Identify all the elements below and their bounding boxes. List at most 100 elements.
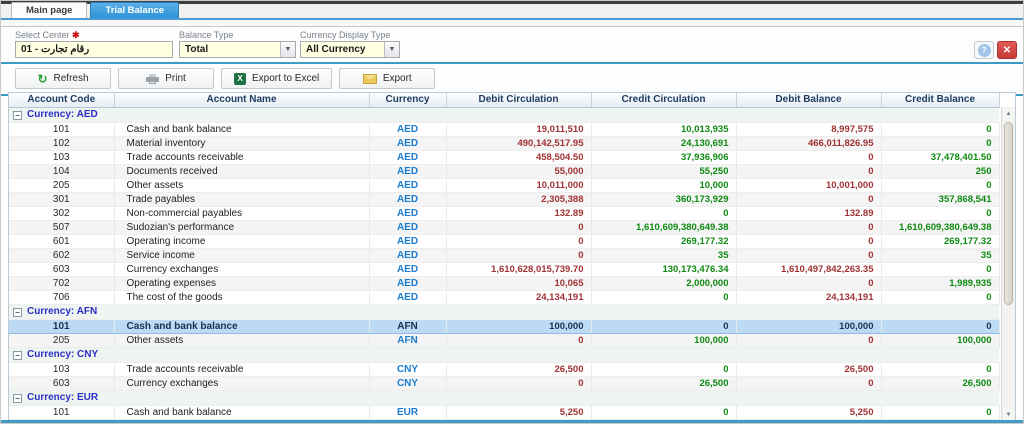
- currency-cell: AED: [369, 192, 446, 206]
- currency-group-row[interactable]: −Currency: AED: [9, 107, 999, 122]
- account-name-cell: Cash and bank balance: [114, 405, 369, 419]
- credit-balance-cell: 0: [881, 262, 999, 276]
- print-button[interactable]: Print: [118, 68, 214, 89]
- currency-cell: AED: [369, 178, 446, 192]
- account-row[interactable]: 101Cash and bank balanceAFN100,0000100,0…: [9, 319, 999, 333]
- account-row[interactable]: 706The cost of the goodsAED24,134,191024…: [9, 290, 999, 304]
- printer-icon: [146, 74, 159, 84]
- debit-circulation-cell: 10,065: [446, 276, 591, 290]
- currency-display-type-select[interactable]: All Currency ▼: [300, 41, 400, 58]
- accounts-table: Account Code Account Name Currency Debit…: [9, 93, 1000, 423]
- debit-circulation-cell: 24,134,191: [446, 290, 591, 304]
- currency-cell: AED: [369, 234, 446, 248]
- debit-balance-cell: 24,134,191: [736, 290, 881, 304]
- account-code-cell: 103: [9, 362, 114, 376]
- account-name-cell: Documents received: [114, 164, 369, 178]
- col-header-account-name[interactable]: Account Name: [114, 93, 369, 107]
- tab-trial-balance[interactable]: Trial Balance: [90, 2, 179, 18]
- balance-type-select[interactable]: Total ▼: [179, 41, 296, 58]
- currency-cell: AED: [369, 122, 446, 136]
- col-header-currency[interactable]: Currency: [369, 93, 446, 107]
- select-center-input[interactable]: [15, 41, 173, 58]
- account-name-cell: Currency exchanges: [114, 376, 369, 390]
- credit-circulation-cell: 26,500: [591, 376, 736, 390]
- account-row[interactable]: 302Non-commercial payablesAED132.890132.…: [9, 206, 999, 220]
- credit-balance-cell: 0: [881, 206, 999, 220]
- account-row[interactable]: 103Trade accounts receivableAED458,504.5…: [9, 150, 999, 164]
- help-button[interactable]: ?: [974, 41, 994, 59]
- select-center-label: Select Center ✱: [15, 30, 173, 41]
- chevron-down-icon[interactable]: ▼: [280, 42, 295, 57]
- account-row[interactable]: 102Material inventoryAED490,142,517.9524…: [9, 136, 999, 150]
- account-row[interactable]: 101Cash and bank balanceAED19,011,51010,…: [9, 122, 999, 136]
- col-header-credit-circulation[interactable]: Credit Circulation: [591, 93, 736, 107]
- currency-group-row[interactable]: −Currency: AFN: [9, 304, 999, 319]
- chevron-down-icon[interactable]: ▼: [384, 42, 399, 57]
- col-header-credit-balance[interactable]: Credit Balance: [881, 93, 999, 107]
- debit-balance-cell: 0: [736, 192, 881, 206]
- col-header-account-code[interactable]: Account Code: [9, 93, 114, 107]
- debit-circulation-cell: 100,000: [446, 319, 591, 333]
- account-row[interactable]: 301Trade payablesAED2,305,388360,173,929…: [9, 192, 999, 206]
- refresh-button[interactable]: ↻ Refresh: [15, 68, 111, 89]
- credit-balance-cell: 0: [881, 362, 999, 376]
- scrollbar-thumb[interactable]: [1004, 122, 1013, 305]
- currency-group-label: Currency: CNY: [27, 349, 98, 360]
- select-center-group: Select Center ✱: [15, 30, 173, 58]
- col-header-debit-circulation[interactable]: Debit Circulation: [446, 93, 591, 107]
- debit-balance-cell: 0: [736, 164, 881, 178]
- debit-balance-cell: 0: [736, 376, 881, 390]
- account-row[interactable]: 603Currency exchangesCNY026,500026,500: [9, 376, 999, 390]
- credit-balance-cell: 0: [881, 136, 999, 150]
- credit-balance-cell: 0: [881, 122, 999, 136]
- currency-display-type-label: Currency Display Type: [300, 30, 400, 41]
- credit-balance-cell: 269,177.32: [881, 234, 999, 248]
- currency-group-row[interactable]: −Currency: EUR: [9, 390, 999, 405]
- account-row[interactable]: 205Other assetsAFN0100,0000100,000: [9, 333, 999, 347]
- collapse-icon[interactable]: −: [13, 351, 22, 360]
- account-name-cell: Cash and bank balance: [114, 319, 369, 333]
- account-name-cell: Material inventory: [114, 136, 369, 150]
- account-row[interactable]: 602Service incomeAED035035: [9, 248, 999, 262]
- debit-circulation-cell: 1,610,628,015,739.70: [446, 262, 591, 276]
- tab-panel-divider: [1, 20, 1023, 27]
- account-row[interactable]: 603Currency exchangesAED1,610,628,015,73…: [9, 262, 999, 276]
- currency-group-label: Currency: AFN: [27, 306, 97, 317]
- credit-circulation-cell: 100,000: [591, 333, 736, 347]
- collapse-icon[interactable]: −: [13, 394, 22, 403]
- collapse-icon[interactable]: −: [13, 308, 22, 317]
- collapse-icon[interactable]: −: [13, 111, 22, 120]
- export-button[interactable]: Export: [339, 68, 435, 89]
- debit-circulation-cell: 55,000: [446, 164, 591, 178]
- close-button[interactable]: ✕: [997, 41, 1017, 59]
- col-header-debit-balance[interactable]: Debit Balance: [736, 93, 881, 107]
- account-code-cell: 205: [9, 178, 114, 192]
- tab-main-page[interactable]: Main page: [11, 2, 87, 18]
- credit-circulation-cell: 37,936,906: [591, 150, 736, 164]
- debit-balance-cell: 466,011,826.95: [736, 136, 881, 150]
- currency-cell: AED: [369, 276, 446, 290]
- account-code-cell: 101: [9, 405, 114, 419]
- debit-circulation-cell: 19,011,510: [446, 122, 591, 136]
- vertical-scrollbar[interactable]: ▲ ▼: [1001, 107, 1015, 423]
- debit-circulation-cell: 0: [446, 376, 591, 390]
- account-row[interactable]: 104Documents receivedAED55,00055,2500250: [9, 164, 999, 178]
- currency-group-row[interactable]: −Currency: CNY: [9, 347, 999, 362]
- account-row[interactable]: 205Other assetsAED10,011,00010,00010,001…: [9, 178, 999, 192]
- account-row[interactable]: 507Sudozian's performanceAED01,610,609,3…: [9, 220, 999, 234]
- account-code-cell: 101: [9, 319, 114, 333]
- account-row[interactable]: 101Cash and bank balanceEUR5,25005,2500: [9, 405, 999, 419]
- export-excel-button[interactable]: X Export to Excel: [221, 68, 332, 89]
- account-row[interactable]: 702Operating expensesAED10,0652,000,0000…: [9, 276, 999, 290]
- scroll-up-icon[interactable]: ▲: [1003, 107, 1014, 120]
- account-row[interactable]: 103Trade accounts receivableCNY26,500026…: [9, 362, 999, 376]
- credit-balance-cell: 0: [881, 405, 999, 419]
- currency-cell: CNY: [369, 376, 446, 390]
- account-code-cell: 102: [9, 136, 114, 150]
- account-row[interactable]: 601Operating incomeAED0269,177.320269,17…: [9, 234, 999, 248]
- export-label: Export: [383, 73, 412, 84]
- credit-balance-cell: 35: [881, 248, 999, 262]
- currency-cell: AED: [369, 248, 446, 262]
- balance-type-group: Balance Type Total ▼: [179, 30, 296, 58]
- currency-cell: AFN: [369, 319, 446, 333]
